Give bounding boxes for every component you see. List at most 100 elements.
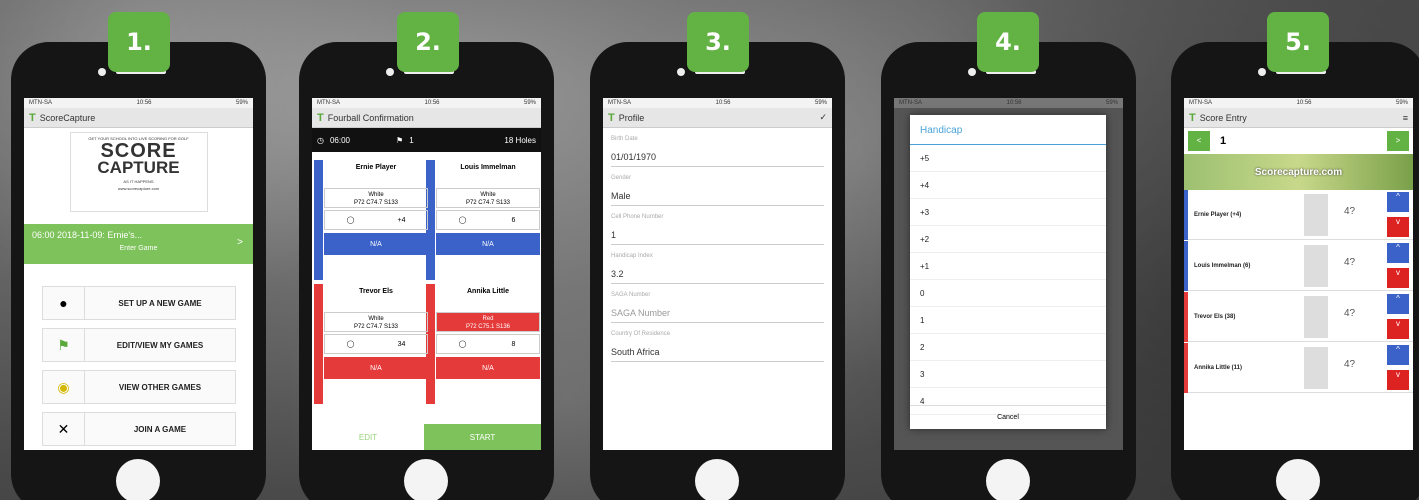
handicap-option[interactable]: 0: [910, 280, 1106, 307]
tee-detail: P72 C74.7 S133: [465, 200, 511, 206]
handicap-option[interactable]: 1: [910, 307, 1106, 334]
toggle-icon[interactable]: ◯: [325, 211, 376, 229]
app-header: T Score Entry ≡: [1184, 108, 1413, 128]
tee-box[interactable]: White P72 C74.7 S133: [324, 312, 428, 332]
phone-5: MTN-SA 10:56 59% T Score Entry ≡ < 1 > Score…: [1171, 42, 1419, 500]
team-a-stripe: [314, 160, 323, 280]
hole-nav: < 1 >: [1184, 128, 1413, 154]
handicap-index-field[interactable]: Handicap Index 3.2: [603, 253, 832, 284]
hole-number: 1: [1220, 135, 1227, 147]
handicap-option[interactable]: 2: [910, 334, 1106, 361]
score-toggle[interactable]: [1304, 296, 1328, 338]
step-3-badge: 3.: [687, 12, 749, 72]
handicap-option[interactable]: +1: [910, 253, 1106, 280]
clock: 10:56: [1296, 100, 1312, 106]
player-card: Ernie Player White P72 C74.7 S133 ◯ +4 N/A: [324, 164, 428, 255]
battery: 59%: [235, 100, 248, 106]
status-bar: MTN-SA 10:56 59%: [1184, 98, 1413, 108]
prev-hole-button[interactable]: <: [1188, 131, 1210, 151]
toggle-icon[interactable]: ◯: [437, 211, 488, 229]
score-value: 4?: [1344, 359, 1356, 370]
edit-view-games-button[interactable]: ⚑ EDIT/VIEW MY GAMES: [42, 328, 236, 362]
status-bar: MTN-SA 10:56 59%: [24, 98, 253, 108]
menu-label: EDIT/VIEW MY GAMES: [116, 340, 204, 350]
decrement-button[interactable]: v: [1387, 217, 1409, 237]
screen-home: MTN-SA 10:56 59% T ScoreCapture GET YOUR SC…: [24, 98, 253, 450]
player-name: Ernie Player: [355, 164, 397, 171]
score-row: Louis Immelman (6) 4? ^ v: [1184, 241, 1413, 291]
tee-box[interactable]: White P72 C74.7 S133: [436, 188, 540, 208]
handicap-option[interactable]: +4: [910, 172, 1106, 199]
home-button[interactable]: [1276, 459, 1320, 500]
cell-phone-field[interactable]: Cell Phone Number 1: [603, 214, 832, 245]
handicap-option[interactable]: +3: [910, 199, 1106, 226]
menu-icon[interactable]: ≡: [1403, 113, 1408, 123]
toggle-icon[interactable]: ◯: [325, 335, 376, 353]
score-row: Ernie Player (+4) 4? ^ v: [1184, 190, 1413, 240]
step-2-badge: 2.: [397, 12, 459, 72]
score-toggle[interactable]: [1304, 245, 1328, 287]
player-card: Louis Immelman White P72 C74.7 S133 ◯ 6 N/…: [436, 164, 540, 255]
na-button[interactable]: N/A: [436, 357, 540, 379]
start-hole: 1: [409, 135, 414, 145]
page-title: Fourball Confirmation: [327, 112, 414, 123]
clock-icon: ◷: [317, 135, 324, 145]
handicap-option[interactable]: +5: [910, 145, 1106, 172]
home-button[interactable]: [404, 459, 448, 500]
score-row: Annika Little (11) 4? ^ v: [1184, 343, 1413, 393]
handicap-option[interactable]: 3: [910, 361, 1106, 388]
battery: 59%: [523, 100, 536, 106]
screen-handicap-picker: MTN-SA 10:56 59% Handicap +5 +4 +3 +2 +1 0…: [894, 98, 1123, 450]
checkmark-icon[interactable]: ✓: [819, 112, 827, 123]
na-button[interactable]: N/A: [436, 233, 540, 255]
score-toggle[interactable]: [1304, 347, 1328, 389]
gender-field[interactable]: Gender Male: [603, 175, 832, 206]
player-card: Trevor Els White P72 C74.7 S133 ◯ 34 N/A: [324, 288, 428, 379]
decrement-button[interactable]: v: [1387, 370, 1409, 390]
status-bar: MTN-SA 10:56 59%: [603, 98, 832, 108]
current-game-banner[interactable]: 06:00 2018-11-09: Ernie's... Enter Game …: [24, 224, 253, 264]
game-title: 06:00 2018-11-09: Ernie's...: [32, 230, 143, 240]
start-button[interactable]: START: [424, 424, 541, 450]
golf-ball-icon: ●: [43, 286, 85, 320]
field-value: 3.2: [611, 259, 824, 284]
app-title: ScoreCapture: [39, 112, 96, 123]
player-name: Louis Immelman (6): [1194, 263, 1251, 269]
setup-new-game-button[interactable]: ● SET UP A NEW GAME: [42, 286, 236, 320]
na-button[interactable]: N/A: [324, 357, 428, 379]
view-other-games-button[interactable]: ◉ VIEW OTHER GAMES: [42, 370, 236, 404]
decrement-button[interactable]: v: [1387, 268, 1409, 288]
toggle-icon[interactable]: ◯: [437, 335, 488, 353]
flag-icon: ⚑: [396, 135, 404, 145]
join-game-button[interactable]: ✕ JOIN A GAME: [42, 412, 236, 446]
increment-button[interactable]: ^: [1387, 294, 1409, 314]
score-toggle[interactable]: [1304, 194, 1328, 236]
camera: [1258, 68, 1266, 76]
increment-button[interactable]: ^: [1387, 192, 1409, 212]
increment-button[interactable]: ^: [1387, 243, 1409, 263]
handicap-option[interactable]: +2: [910, 226, 1106, 253]
saga-number-field[interactable]: SAGA Number SAGA Number: [603, 292, 832, 323]
logo-url: www.scorecapture.com: [117, 186, 160, 191]
birth-date-field[interactable]: Birth Date 01/01/1970: [603, 136, 832, 167]
battery: 59%: [1395, 100, 1408, 106]
eye-icon: ◉: [43, 370, 85, 404]
tee-box[interactable]: White P72 C74.7 S133: [324, 188, 428, 208]
home-button[interactable]: [986, 459, 1030, 500]
home-button[interactable]: [116, 459, 160, 500]
handicap-row: ◯ 6: [436, 210, 540, 230]
edit-button[interactable]: EDIT: [312, 424, 424, 450]
country-field[interactable]: Country Of Residence South Africa: [603, 331, 832, 362]
decrement-button[interactable]: v: [1387, 319, 1409, 339]
increment-button[interactable]: ^: [1387, 345, 1409, 365]
na-button[interactable]: N/A: [324, 233, 428, 255]
tee-box[interactable]: Red P72 C75.1 S136: [436, 312, 540, 332]
clock: 10:56: [715, 100, 731, 106]
team-stripe: [1184, 241, 1188, 291]
camera: [98, 68, 106, 76]
home-button[interactable]: [695, 459, 739, 500]
golf-tee-icon: T: [1189, 111, 1196, 124]
next-hole-button[interactable]: >: [1387, 131, 1409, 151]
phone-4: MTN-SA 10:56 59% Handicap +5 +4 +3 +2 +1 0…: [881, 42, 1136, 500]
cancel-button[interactable]: Cancel: [910, 405, 1106, 429]
